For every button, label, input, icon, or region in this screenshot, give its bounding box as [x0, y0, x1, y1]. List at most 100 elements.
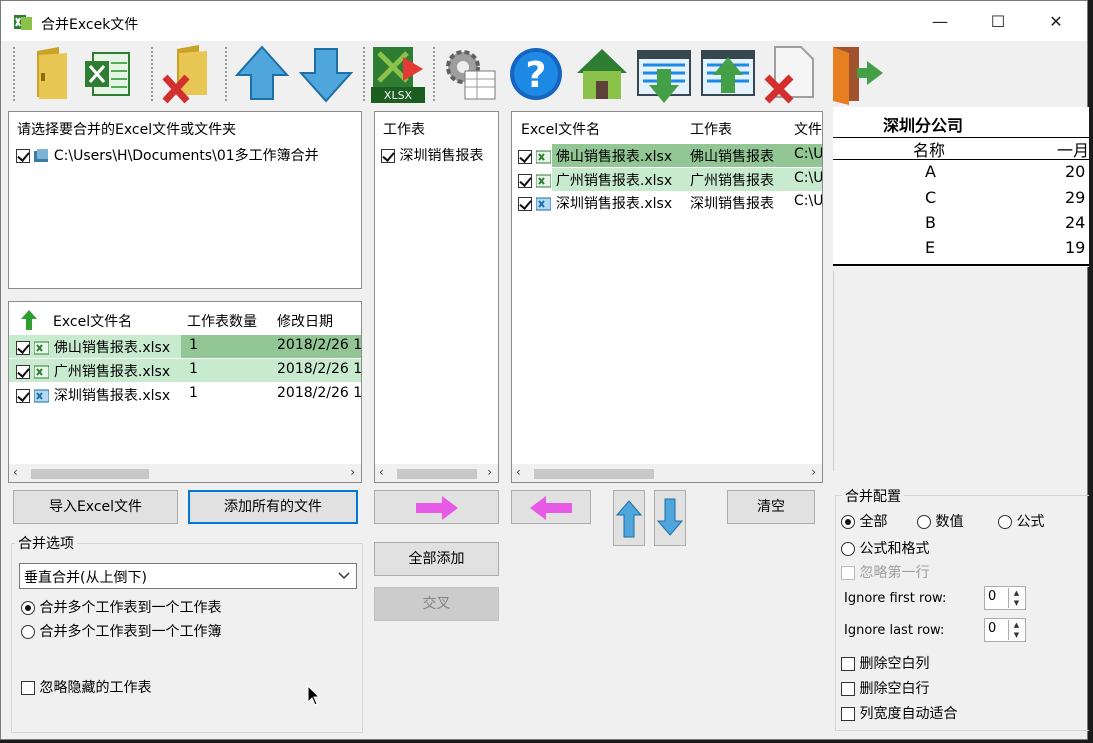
- cross-button[interactable]: 交叉: [374, 587, 499, 621]
- scroll-right-icon[interactable]: ›: [811, 465, 816, 479]
- settings-gear-icon[interactable]: [441, 43, 499, 105]
- sort-up-icon[interactable]: [21, 310, 37, 330]
- sheet-download-icon[interactable]: [635, 43, 693, 105]
- scroll-right-icon[interactable]: ›: [350, 465, 355, 479]
- delete-blank-cols-box[interactable]: [841, 657, 855, 671]
- folder-item[interactable]: C:\Users\H\Documents\01多工作簿合并: [16, 145, 319, 167]
- maximize-button[interactable]: ☐: [983, 9, 1013, 35]
- ignore-hidden-box[interactable]: [21, 681, 35, 695]
- radio-multi-sheet-dot[interactable]: [21, 601, 35, 615]
- sheet-item-checkbox[interactable]: [381, 149, 395, 163]
- file-path: C:\U: [794, 170, 823, 186]
- table-row[interactable]: 广州销售报表.xlsx: [518, 170, 672, 192]
- modified-date: 2018/2/26 1:: [277, 385, 362, 401]
- col-header-filename[interactable]: Excel文件名: [53, 311, 132, 333]
- ignore-first-row-box[interactable]: [841, 566, 855, 580]
- exit-door-icon[interactable]: [827, 43, 885, 105]
- import-excel-button[interactable]: 导入Excel文件: [13, 490, 178, 524]
- radio-multi-book-dot[interactable]: [21, 625, 35, 639]
- col-header-sheet-count[interactable]: 工作表数量: [187, 311, 257, 333]
- excel-file-icon[interactable]: [81, 43, 139, 105]
- minimize-button[interactable]: —: [925, 9, 955, 35]
- add-all-button[interactable]: 全部添加: [374, 542, 499, 576]
- stepper-arrows-icon[interactable]: ▲ ▼: [1008, 588, 1024, 608]
- col-header-sheet[interactable]: 工作表: [690, 119, 732, 141]
- close-button[interactable]: ✕: [1041, 9, 1071, 35]
- file-table[interactable]: Excel文件名 工作表数量 修改日期 佛山销售报表.xlsx 1 2018/2…: [8, 301, 362, 483]
- merge-list[interactable]: Excel文件名 工作表 文件 佛山销售报表.xlsx 佛山销售报表 C:\U …: [511, 111, 823, 483]
- radio-all-label: 全部: [859, 514, 888, 530]
- merge-mode-select[interactable]: 垂直合并(从上倒下): [19, 563, 357, 589]
- help-icon[interactable]: ?: [507, 43, 565, 105]
- table-row[interactable]: 佛山销售报表.xlsx: [518, 146, 672, 168]
- folder-open-icon[interactable]: [23, 43, 81, 105]
- scroll-right-icon[interactable]: ›: [487, 465, 492, 479]
- delete-blank-rows-box[interactable]: [841, 682, 855, 696]
- arrow-up-icon[interactable]: [233, 43, 291, 105]
- scroll-left-icon[interactable]: ‹: [516, 465, 521, 479]
- autofit-cols-checkbox[interactable]: 列宽度自动适合: [841, 703, 957, 723]
- ignore-hidden-checkbox[interactable]: 忽略隐藏的工作表: [21, 677, 151, 697]
- remove-from-list-button[interactable]: [511, 490, 591, 524]
- ignore-first-row-checkbox[interactable]: 忽略第一行: [841, 562, 929, 582]
- home-icon[interactable]: [573, 43, 631, 105]
- arrow-down-icon[interactable]: [297, 43, 355, 105]
- horizontal-scrollbar[interactable]: ‹ ›: [512, 464, 822, 482]
- sheet-upload-icon[interactable]: [699, 43, 757, 105]
- xlsx-export-icon[interactable]: XLSX: [369, 43, 427, 105]
- radio-multi-book[interactable]: 合并多个工作表到一个工作簿: [21, 621, 221, 641]
- excel-file-icon: [536, 174, 552, 188]
- horizontal-scrollbar[interactable]: ‹ ›: [9, 464, 361, 482]
- scroll-thumb[interactable]: [397, 469, 477, 479]
- ignore-last-row-stepper[interactable]: 0 ▲ ▼: [984, 618, 1026, 642]
- radio-formula[interactable]: 公式: [998, 511, 1044, 531]
- table-row[interactable]: 广州销售报表.xlsx: [16, 361, 170, 383]
- delete-blank-rows-checkbox[interactable]: 删除空白行: [841, 678, 929, 698]
- radio-formula-format-dot[interactable]: [841, 542, 855, 556]
- radio-values-dot[interactable]: [917, 515, 931, 529]
- radio-multi-sheet[interactable]: 合并多个工作表到一个工作表: [21, 597, 221, 617]
- row-checkbox[interactable]: [16, 341, 30, 355]
- add-to-list-button[interactable]: [374, 490, 499, 524]
- col-header-path[interactable]: 文件: [794, 119, 822, 141]
- delete-blank-cols-checkbox[interactable]: 删除空白列: [841, 653, 929, 673]
- scroll-thumb[interactable]: [31, 469, 149, 479]
- folder-panel[interactable]: 请选择要合并的Excel文件或文件夹 C:\Users\H\Documents\…: [8, 111, 362, 289]
- radio-values[interactable]: 数值: [917, 511, 963, 531]
- col-header-modified[interactable]: 修改日期: [277, 311, 333, 333]
- add-all-files-button[interactable]: 添加所有的文件: [188, 490, 358, 524]
- sheet-panel[interactable]: 工作表 深圳销售报表 ‹ ›: [374, 111, 499, 483]
- table-row[interactable]: 深圳销售报表.xlsx: [16, 385, 170, 407]
- horizontal-scrollbar[interactable]: ‹ ›: [375, 464, 498, 482]
- col-header-filename[interactable]: Excel文件名: [521, 119, 600, 141]
- table-row[interactable]: 佛山销售报表.xlsx: [16, 337, 170, 359]
- scroll-left-icon[interactable]: ‹: [379, 465, 384, 479]
- sheet-item[interactable]: 深圳销售报表: [381, 145, 483, 167]
- clear-button[interactable]: 清空: [727, 490, 815, 524]
- modified-date: 2018/2/26 1:: [277, 361, 362, 377]
- row-checkbox[interactable]: [16, 365, 30, 379]
- preview-rule: [833, 159, 1089, 160]
- scroll-left-icon[interactable]: ‹: [13, 465, 18, 479]
- stepper-arrows-icon[interactable]: ▲ ▼: [1008, 620, 1024, 640]
- sheet-count: 1: [189, 337, 198, 353]
- radio-formula-format[interactable]: 公式和格式: [841, 538, 929, 558]
- row-checkbox[interactable]: [16, 389, 30, 403]
- radio-all[interactable]: 全部: [841, 511, 887, 531]
- folder-item-checkbox[interactable]: [16, 149, 30, 163]
- preview-cell: A: [925, 162, 936, 181]
- autofit-cols-box[interactable]: [841, 707, 855, 721]
- ignore-first-row-stepper[interactable]: 0 ▲ ▼: [984, 586, 1026, 610]
- radio-all-dot[interactable]: [841, 515, 855, 529]
- table-row[interactable]: 深圳销售报表.xlsx: [518, 193, 672, 215]
- row-checkbox[interactable]: [518, 197, 532, 211]
- folder-delete-icon[interactable]: [159, 43, 217, 105]
- scroll-thumb[interactable]: [534, 469, 654, 479]
- move-down-button[interactable]: [654, 490, 686, 546]
- move-up-button[interactable]: [613, 490, 645, 546]
- row-checkbox[interactable]: [518, 150, 532, 164]
- folder-panel-heading: 请选择要合并的Excel文件或文件夹: [17, 122, 237, 138]
- file-delete-icon[interactable]: [763, 43, 821, 105]
- radio-formula-dot[interactable]: [998, 515, 1012, 529]
- row-checkbox[interactable]: [518, 174, 532, 188]
